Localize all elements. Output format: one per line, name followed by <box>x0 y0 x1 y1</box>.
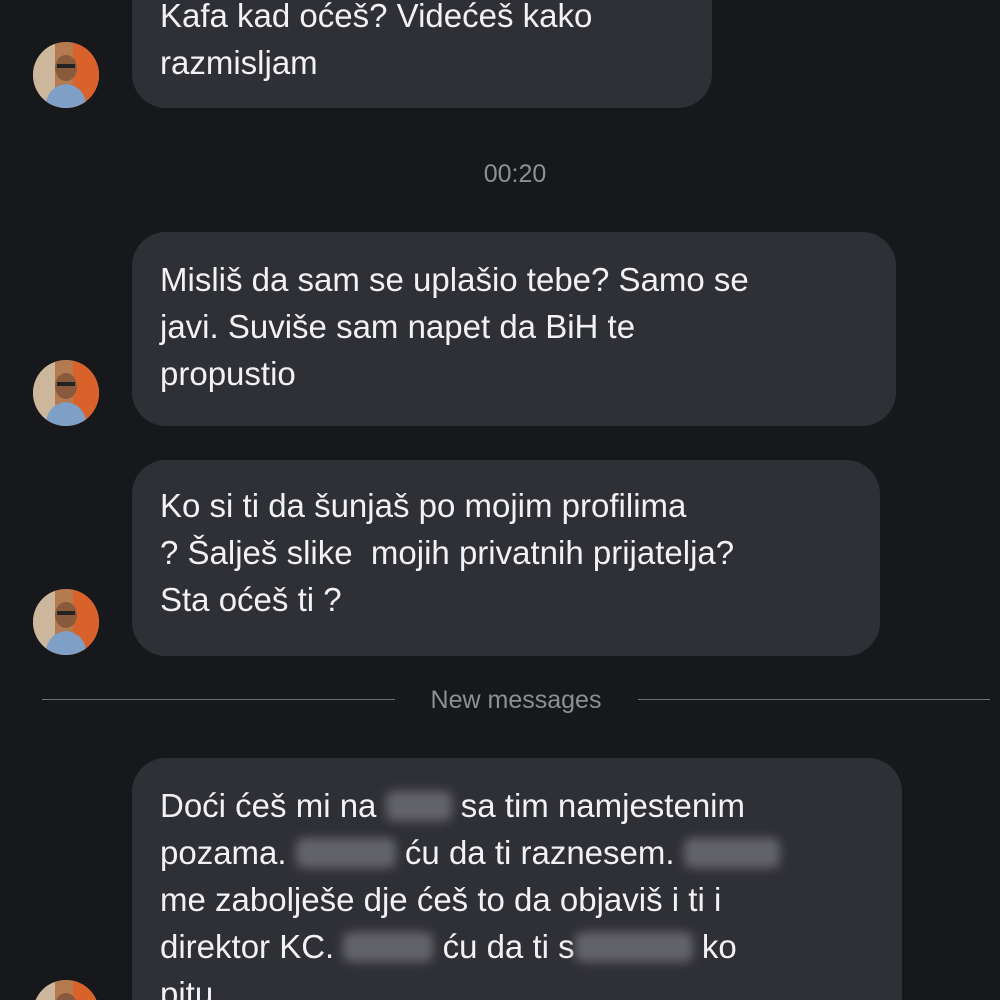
message-text-line: Doći ćeš mi na sa tim namjestenim <box>160 782 874 829</box>
message-text-fragment: sa tim namjestenim <box>460 787 746 824</box>
avatar-photo-icon <box>33 360 99 426</box>
message-text-line: Misliš da sam se uplašio tebe? Samo se <box>160 261 749 298</box>
message-bubble[interactable]: Misliš da sam se uplašio tebe? Samo se j… <box>132 232 896 426</box>
message-text-fragment: ću da ti raznesem. <box>404 834 675 871</box>
message-bubble[interactable]: Kafa kad oćeš? Videćeš kako razmisljam <box>132 0 712 108</box>
message-text-line: pitu. <box>160 975 223 1000</box>
redacted-text <box>574 932 693 962</box>
new-messages-label: New messages <box>430 686 602 714</box>
redacted-text <box>343 932 434 962</box>
message-text-line: javi. Suviše sam napet da BiH te <box>160 308 636 345</box>
chat-screen: Kafa kad oćeš? Videćeš kako razmisljam 0… <box>0 0 1000 1000</box>
new-messages-divider: New messages <box>42 684 990 716</box>
avatar-photo-icon <box>33 42 99 108</box>
avatar-photo-icon <box>33 980 99 1000</box>
message-text-line: direktor KC. ću da ti s ko <box>160 923 874 970</box>
divider-line-right <box>638 699 990 700</box>
message-text-line: ? Šalješ slike mojih privatnih prijatelj… <box>160 534 735 571</box>
message-bubble[interactable]: Doći ćeš mi na sa tim namjestenim pozama… <box>132 758 902 1000</box>
message-text-line: Ko si ti da šunjaš po mojim profilima <box>160 487 687 524</box>
redacted-text <box>385 791 452 821</box>
message-text-line: pozama. ću da ti raznesem. <box>160 829 874 876</box>
message-text-fragment: ko <box>701 928 737 965</box>
avatar-photo-icon <box>33 589 99 655</box>
avatar[interactable] <box>33 360 99 426</box>
avatar[interactable] <box>33 42 99 108</box>
message-text-line: Sta oćeš ti ? <box>160 581 342 618</box>
avatar[interactable] <box>33 589 99 655</box>
avatar[interactable] <box>33 980 99 1000</box>
message-text-line: razmisljam <box>160 44 318 81</box>
message-text-line: propustio <box>160 355 296 392</box>
message-text-line: Kafa kad oćeš? Videćeš kako <box>160 0 593 34</box>
message-text-fragment: direktor KC. <box>160 928 335 965</box>
message-text-fragment: ću da ti s <box>442 928 575 965</box>
redacted-text <box>295 838 396 868</box>
message-text-fragment: Doći ćeš mi na <box>160 787 377 824</box>
message-bubble[interactable]: Ko si ti da šunjaš po mojim profilima ? … <box>132 460 880 656</box>
message-timestamp: 00:20 <box>483 160 547 188</box>
redacted-text <box>683 838 780 868</box>
message-text-line: me zabolješe dje ćeš to da objaviš i ti … <box>160 881 722 918</box>
message-text-fragment: pozama. <box>160 834 287 871</box>
